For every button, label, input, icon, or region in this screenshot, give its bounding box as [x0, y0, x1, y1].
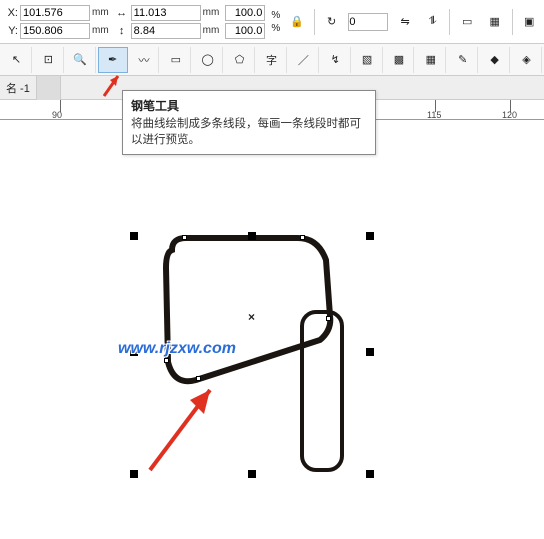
- eyedrop-icon: ✎: [458, 53, 467, 66]
- handle-bl[interactable]: [130, 470, 138, 478]
- bez-icon: ↯: [331, 53, 340, 66]
- x-unit: mm: [92, 7, 109, 18]
- separator: [314, 9, 315, 35]
- grid-icon: ▦: [426, 53, 436, 66]
- lock-ratio-button[interactable]: 🔒: [286, 11, 308, 33]
- pct-y: %: [271, 23, 280, 34]
- drawing-svg: [0, 120, 544, 539]
- mirror-h-icon: ⇋: [400, 15, 409, 28]
- zoom-icon: 🔍: [73, 53, 87, 66]
- handle-tm[interactable]: [248, 232, 256, 240]
- node[interactable]: [164, 358, 169, 363]
- handle-mr[interactable]: [366, 348, 374, 356]
- img-icon: ▩: [394, 53, 404, 66]
- watermark-text: www.rjzxw.com: [118, 340, 236, 358]
- rotation-input[interactable]: [348, 13, 388, 31]
- circle-icon: ◯: [202, 53, 214, 66]
- handle-tl[interactable]: [130, 232, 138, 240]
- width-unit: mm: [203, 7, 220, 18]
- y-unit: mm: [92, 25, 109, 36]
- zoom-tool[interactable]: 🔍: [66, 47, 96, 73]
- tooltip-title: 钢笔工具: [131, 97, 367, 114]
- tooltip-body: 将曲线绘制成多条线段，每画一条线段时都可以进行预览。: [131, 116, 367, 148]
- height-input[interactable]: [131, 23, 201, 39]
- align1-icon: ▭: [462, 15, 472, 28]
- ruler-tick: 90: [52, 110, 62, 120]
- lock-icon: 🔒: [290, 15, 304, 28]
- node[interactable]: [326, 316, 331, 321]
- interactive-icon: ◈: [522, 53, 530, 66]
- curve-tool[interactable]: 〰: [130, 47, 160, 73]
- position-block: X: mm Y: mm: [4, 5, 109, 39]
- y-input[interactable]: [20, 23, 90, 39]
- bucket-icon: ◆: [490, 53, 498, 66]
- order-front-button[interactable]: ▭: [456, 11, 478, 33]
- pick-tool[interactable]: ↖: [2, 47, 32, 73]
- y-label: Y:: [4, 25, 18, 37]
- height-icon: ↕: [115, 24, 129, 38]
- scale-y-input[interactable]: [225, 23, 265, 39]
- handle-bm[interactable]: [248, 470, 256, 478]
- pen-tool[interactable]: ✒: [98, 47, 128, 73]
- size-block: ↔ mm ↕ mm: [115, 5, 220, 39]
- pct-column: % %: [271, 10, 280, 34]
- handle-br[interactable]: [366, 470, 374, 478]
- rotate-icon: ↻: [327, 15, 336, 28]
- x-label: X:: [4, 7, 18, 19]
- line-icon: ／: [298, 52, 309, 68]
- grid-tool[interactable]: ▦: [416, 47, 446, 73]
- x-input[interactable]: [20, 5, 90, 21]
- mirror-v-icon: ⥮: [429, 15, 437, 28]
- shape-icon: ⊡: [44, 53, 53, 66]
- separator: [449, 9, 450, 35]
- fill-tool[interactable]: ◆: [480, 47, 510, 73]
- polygon-tool[interactable]: ⬠: [225, 47, 255, 73]
- separator: [512, 9, 513, 35]
- height-unit: mm: [203, 25, 220, 36]
- mirror-h-button[interactable]: ⇋: [394, 11, 416, 33]
- line-tool[interactable]: ／: [289, 47, 319, 73]
- rect-tool[interactable]: ▭: [161, 47, 191, 73]
- ruler-tick: 120: [502, 110, 517, 120]
- mirror-v-button[interactable]: ⥮: [422, 11, 444, 33]
- text-tool[interactable]: 字: [257, 47, 287, 73]
- width-icon: ↔: [115, 6, 129, 20]
- node[interactable]: [182, 235, 187, 240]
- poly-icon: ⬠: [235, 53, 245, 66]
- crop-tool[interactable]: ▧: [353, 47, 383, 73]
- selection-center-mark: ×: [248, 310, 255, 324]
- property-bar: X: mm Y: mm ↔ mm ↕ mm % % 🔒 ↻ ⇋ ⥮ ▭: [0, 0, 544, 44]
- handle-tr[interactable]: [366, 232, 374, 240]
- scale-x-input[interactable]: [225, 5, 265, 21]
- ellipse-tool[interactable]: ◯: [193, 47, 223, 73]
- eyedropper-tool[interactable]: ✎: [448, 47, 478, 73]
- align-button[interactable]: ▣: [518, 11, 540, 33]
- pct-x: %: [271, 10, 280, 21]
- crop-icon: ▧: [362, 53, 372, 66]
- scale-block: [225, 5, 265, 39]
- bezier-tool[interactable]: ↯: [321, 47, 351, 73]
- text-icon: 字: [266, 52, 277, 68]
- pick-icon: ↖: [12, 53, 21, 66]
- layer-swatch[interactable]: [37, 76, 61, 100]
- order-back-button[interactable]: ▦: [484, 11, 506, 33]
- ruler-tick: 115: [427, 110, 441, 120]
- align2-icon: ▦: [490, 15, 500, 28]
- canvas[interactable]: www.rjzxw.com ×: [0, 120, 544, 539]
- interactive-tool[interactable]: ◈: [512, 47, 542, 73]
- rotate-button[interactable]: ↻: [321, 11, 343, 33]
- curve-icon: 〰: [138, 52, 149, 68]
- rect-icon: ▭: [171, 53, 181, 66]
- node[interactable]: [300, 235, 305, 240]
- node[interactable]: [196, 376, 201, 381]
- layer-name[interactable]: 名 -1: [0, 76, 37, 100]
- width-input[interactable]: [131, 5, 201, 21]
- align3-icon: ▣: [524, 15, 534, 28]
- pen-icon: ✒: [108, 53, 117, 66]
- image-tool[interactable]: ▩: [385, 47, 415, 73]
- pen-tool-tooltip: 钢笔工具 将曲线绘制成多条线段，每画一条线段时都可以进行预览。: [122, 90, 376, 155]
- tool-row: ↖ ⊡ 🔍 ✒ 〰 ▭ ◯ ⬠ 字 ／ ↯ ▧ ▩ ▦ ✎ ◆ ◈: [0, 44, 544, 76]
- shape-tool[interactable]: ⊡: [34, 47, 64, 73]
